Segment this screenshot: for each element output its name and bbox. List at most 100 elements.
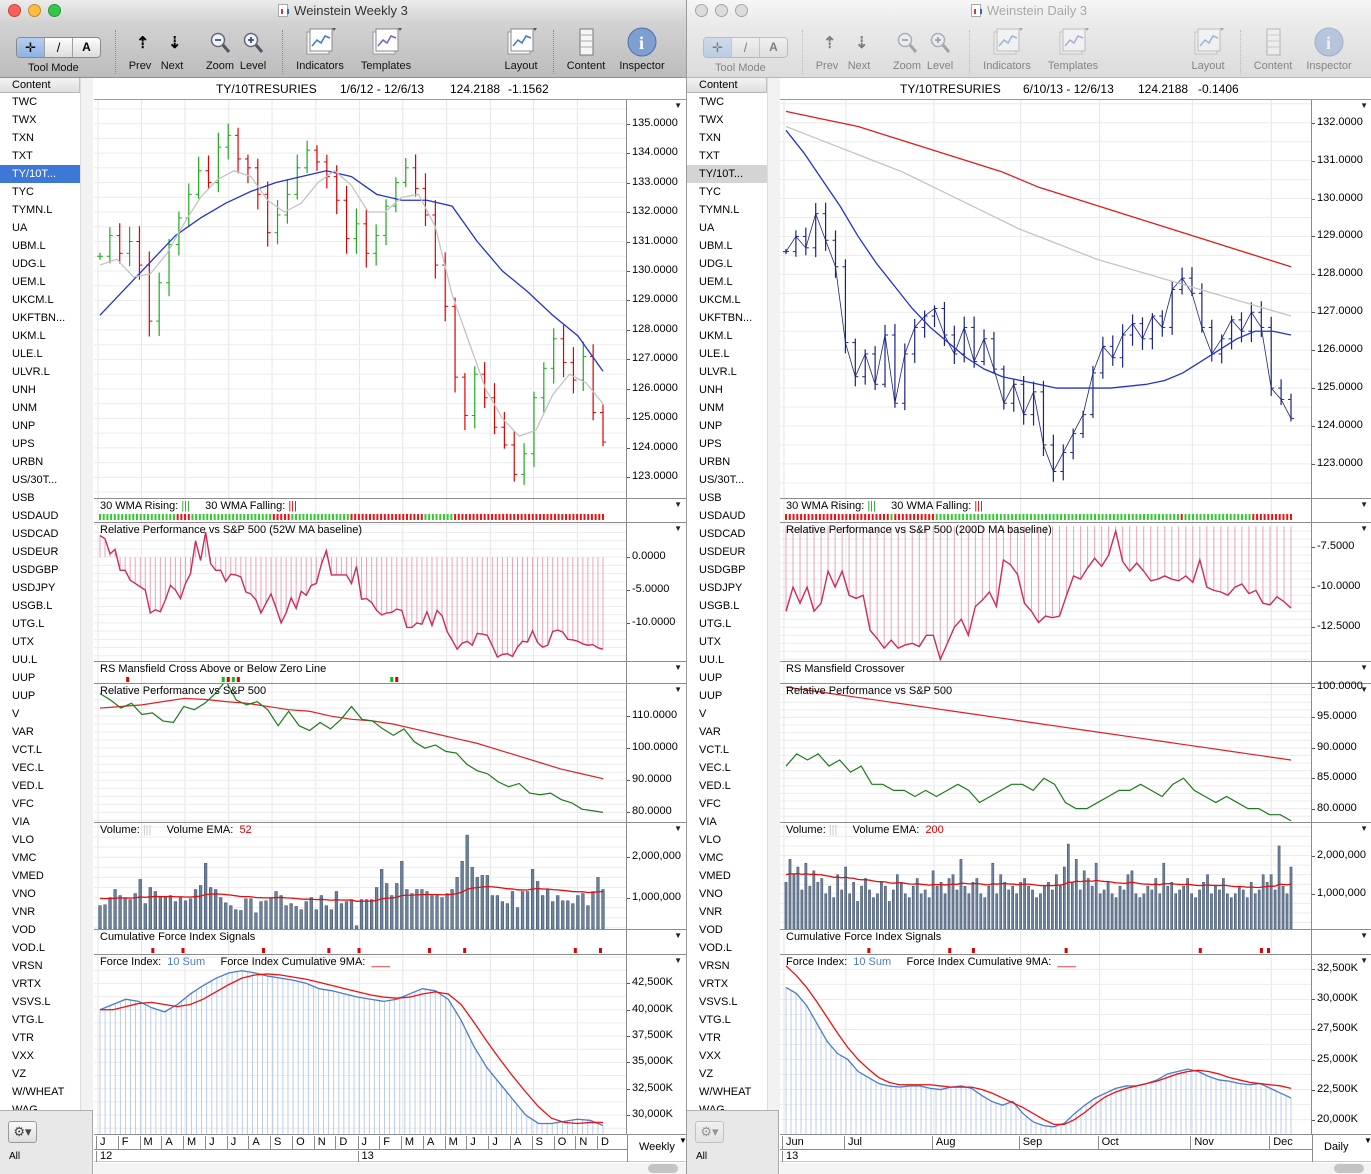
sidebar-item[interactable]: US/30T... — [0, 471, 80, 489]
sidebar-item[interactable]: UTG.L — [0, 615, 80, 633]
sidebar-item[interactable]: VED.L — [687, 777, 767, 795]
period-selector[interactable]: Weekly ▼ — [639, 1136, 686, 1153]
sidebar-item[interactable]: VMC — [687, 849, 767, 867]
sidebar-item[interactable]: VMED — [0, 867, 80, 885]
tool-mode-control[interactable]: ✛ / A — [16, 37, 101, 58]
sidebar-item[interactable]: V — [0, 705, 80, 723]
sidebar-item[interactable]: VMED — [687, 867, 767, 885]
sidebar-item[interactable]: TXN — [0, 129, 80, 147]
sidebar-item[interactable]: VRSN — [687, 957, 767, 975]
sidebar-item[interactable]: VCT.L — [0, 741, 80, 759]
gear-menu-button[interactable]: ⚙▾ — [695, 1121, 724, 1143]
panel-menu-arrow-icon[interactable]: ▼ — [1360, 956, 1368, 965]
sidebar-item[interactable]: VRTX — [687, 975, 767, 993]
sidebar-item[interactable]: VIA — [687, 813, 767, 831]
sidebar-item[interactable]: UUP — [687, 687, 767, 705]
rp-plot[interactable]: Relative Performance vs S&P 500 — [94, 684, 627, 822]
panel-menu-arrow-icon[interactable]: ▼ — [674, 500, 682, 509]
sidebar-item[interactable]: USDEUR — [0, 543, 80, 561]
minimize-window-button[interactable] — [715, 4, 728, 17]
inspector-button[interactable]: i Inspector — [612, 22, 672, 78]
sidebar-item[interactable]: UKFTBN... — [0, 309, 80, 327]
panel-menu-arrow-icon[interactable]: ▼ — [1360, 824, 1368, 833]
sidebar-item[interactable]: TY/10T... — [0, 165, 80, 183]
panel-menu-arrow-icon[interactable]: ▼ — [674, 824, 682, 833]
sidebar-item[interactable]: ULVR.L — [687, 363, 767, 381]
sidebar-item[interactable]: VTR — [0, 1029, 80, 1047]
zoom-window-button[interactable] — [735, 4, 748, 17]
sidebar-item[interactable]: V — [687, 705, 767, 723]
sidebar-item[interactable]: W/WHEAT — [0, 1083, 80, 1101]
panel-menu-arrow-icon[interactable]: ▼ — [1360, 663, 1368, 672]
sidebar-item[interactable]: VXX — [687, 1047, 767, 1065]
sidebar-item[interactable]: UU.L — [687, 651, 767, 669]
sidebar-item[interactable]: VNO — [687, 885, 767, 903]
panel-menu-arrow-icon[interactable]: ▼ — [1360, 524, 1368, 533]
line-tool-button[interactable]: / — [45, 38, 73, 57]
sidebar-item[interactable]: UKM.L — [0, 327, 80, 345]
panel-menu-arrow-icon[interactable]: ▼ — [674, 524, 682, 533]
period-selector[interactable]: Daily ▼ — [1324, 1136, 1371, 1153]
sidebar-item[interactable]: VAR — [687, 723, 767, 741]
zoom-window-button[interactable] — [48, 4, 61, 17]
sidebar-item[interactable]: VRTX — [0, 975, 80, 993]
sidebar-item[interactable]: USDCAD — [0, 525, 80, 543]
content-button[interactable]: Content — [556, 22, 616, 78]
sidebar-item[interactable]: VNR — [687, 903, 767, 921]
sidebar-item[interactable]: VEC.L — [687, 759, 767, 777]
sidebar-item[interactable]: UTG.L — [687, 615, 767, 633]
rp-plot[interactable]: Relative Performance vs S&P 500 — [780, 684, 1312, 822]
price-plot[interactable] — [780, 100, 1312, 498]
templates-button[interactable]: Templates — [1043, 22, 1103, 78]
horizontal-scrollbar[interactable] — [94, 1163, 686, 1174]
panel-menu-arrow-icon[interactable]: ▼ — [674, 101, 682, 110]
sidebar-item[interactable]: UBM.L — [0, 237, 80, 255]
sidebar-scroll-gutter[interactable] — [80, 78, 93, 1110]
sidebar-item[interactable]: VXX — [0, 1047, 80, 1065]
sidebar-item[interactable]: VOD — [0, 921, 80, 939]
horizontal-scrollbar[interactable] — [780, 1163, 1371, 1174]
sidebar-item[interactable]: TYMN.L — [0, 201, 80, 219]
sidebar-item[interactable]: W/WHEAT — [687, 1083, 767, 1101]
panel-menu-arrow-icon[interactable]: ▼ — [674, 956, 682, 965]
sidebar-item[interactable]: VAR — [0, 723, 80, 741]
sidebar-item[interactable]: USGB.L — [0, 597, 80, 615]
sidebar-item[interactable]: UPS — [687, 435, 767, 453]
sidebar-item[interactable]: USDCAD — [687, 525, 767, 543]
sidebar-item[interactable]: TXN — [687, 129, 767, 147]
sidebar-item[interactable]: USGB.L — [687, 597, 767, 615]
panel-menu-arrow-icon[interactable]: ▼ — [1360, 931, 1368, 940]
sidebar-item[interactable]: UUP — [687, 669, 767, 687]
sidebar-item[interactable]: VTG.L — [0, 1011, 80, 1029]
gear-menu-button[interactable]: ⚙▾ — [8, 1121, 37, 1143]
sidebar-item[interactable]: VNO — [0, 885, 80, 903]
sidebar-item[interactable]: TYC — [0, 183, 80, 201]
panel-menu-arrow-icon[interactable]: ▼ — [1360, 500, 1368, 509]
sidebar-item[interactable]: TXT — [687, 147, 767, 165]
sidebar-item[interactable]: VLO — [0, 831, 80, 849]
layout-button[interactable]: Layout — [1178, 22, 1238, 78]
force-plot[interactable]: Force Index: 10 Sum Force Index Cumulati… — [780, 955, 1312, 1134]
sidebar-item[interactable]: UKCM.L — [687, 291, 767, 309]
sidebar-item[interactable]: TWX — [0, 111, 80, 129]
minimize-window-button[interactable] — [28, 4, 41, 17]
zoom-in-button[interactable]: Level — [223, 22, 283, 78]
sidebar-item[interactable]: VNR — [0, 903, 80, 921]
sidebar-item[interactable]: TWC — [687, 93, 767, 111]
sidebar-item[interactable]: VTG.L — [687, 1011, 767, 1029]
sidebar-item[interactable]: ULE.L — [0, 345, 80, 363]
mans-plot[interactable]: RS Mansfield Crossover — [780, 662, 1312, 683]
sidebar-item[interactable]: VFC — [687, 795, 767, 813]
sidebar-item[interactable]: UKM.L — [687, 327, 767, 345]
sidebar-item[interactable]: ULE.L — [687, 345, 767, 363]
wma-plot[interactable]: 30 WMA Rising: ||| 30 WMA Falling: ||| — [780, 499, 1312, 522]
sidebar-item[interactable]: UNM — [0, 399, 80, 417]
sidebar-item[interactable]: UKCM.L — [0, 291, 80, 309]
sidebar-item[interactable]: UA — [687, 219, 767, 237]
sidebar-item[interactable]: USDAUD — [687, 507, 767, 525]
force-plot[interactable]: Force Index: 10 Sum Force Index Cumulati… — [94, 955, 627, 1134]
sidebar-item[interactable]: TWX — [687, 111, 767, 129]
rs-plot[interactable]: Relative Performance vs S&P 500 (52W MA … — [94, 523, 627, 661]
sidebar-item[interactable]: TY/10T... — [687, 165, 767, 183]
sidebar-item[interactable]: UNP — [687, 417, 767, 435]
